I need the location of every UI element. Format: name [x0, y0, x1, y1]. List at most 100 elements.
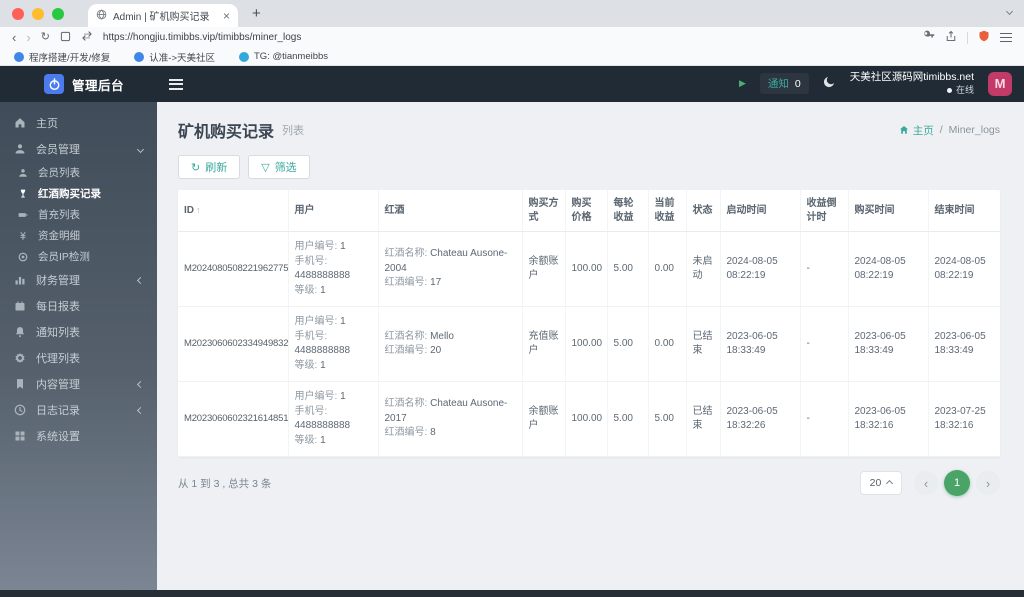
sidebar-item-fund-detail[interactable]: 资金明细 — [0, 225, 157, 246]
close-window-button[interactable] — [12, 7, 24, 20]
chevron-down-icon — [136, 143, 145, 155]
target-icon — [18, 252, 28, 262]
col-round_profit: 每轮收益 — [607, 190, 649, 232]
sidebar-item-finance-mgmt[interactable]: 财务管理 — [0, 267, 157, 293]
cell-pay_method: 余额账户 — [522, 231, 566, 307]
cell-id: M2024080508221962775 — [178, 231, 289, 307]
minimize-window-button[interactable] — [32, 7, 44, 20]
col-current_profit: 当前收益 — [648, 190, 687, 232]
sidebar-item-daily-report[interactable]: 每日报表 — [0, 293, 157, 319]
zoom-window-button[interactable] — [52, 7, 64, 20]
col-status: 状态 — [686, 190, 721, 232]
pagination: ‹ 1 › — [914, 470, 1000, 496]
table-row: M2024080508221962775 用户编号: 1 手机号: 448888888… — [178, 231, 1000, 307]
filter-icon: ▽ — [261, 161, 270, 174]
cell-end_time: 2024-08-05 08:22:19 — [928, 231, 1000, 307]
sidebar-item-notice-list[interactable]: 通知列表 — [0, 319, 157, 345]
current-page-button[interactable]: 1 — [944, 470, 970, 496]
sidebar-item-log-record[interactable]: 日志记录 — [0, 397, 157, 423]
app-header: 管理后台 ▶ 通知 0 天美社区源码网timibbs.net 在线 M — [0, 66, 1024, 102]
sidebar-menu: 主页 会员管理 会员列表 红酒购买记录 首充列表 资金明细 会员IP检测 财务管理 每日报表 通知… — [0, 102, 157, 590]
col-buy_time: 购买时间 — [848, 190, 929, 232]
chevron-left-icon — [136, 274, 145, 286]
bell-icon — [14, 326, 26, 338]
home-icon — [899, 125, 908, 134]
avatar[interactable]: M — [988, 71, 1012, 96]
chevron-down-icon[interactable] — [1005, 7, 1014, 16]
main-content: 矿机购买记录 列表 主页 / Miner_logs ↻ 刷新 ▽ 筛选 ID ↑ 用户红… — [157, 102, 1024, 590]
table-summary: 从 1 到 3 , 总共 3 条 — [178, 477, 272, 490]
play-icon[interactable]: ▶ — [739, 78, 746, 89]
cell-price: 100.00 — [565, 381, 608, 457]
telegram-icon — [239, 51, 249, 62]
cell-wine: 红酒名称: Mello 红酒编号: 20 — [378, 306, 523, 382]
site-info[interactable]: 天美社区源码网timibbs.net 在线 — [850, 71, 974, 96]
grid-icon — [14, 430, 26, 442]
breadcrumb-home[interactable]: 主页 — [899, 123, 934, 138]
forward-icon[interactable]: › — [26, 31, 30, 44]
col-start_time: 启动时间 — [720, 190, 801, 232]
cell-price: 100.00 — [565, 306, 608, 382]
browser-menu-icon[interactable] — [1000, 32, 1012, 43]
sidebar-item-agent-list[interactable]: 代理列表 — [0, 345, 157, 371]
col-id[interactable]: ID ↑ — [178, 190, 289, 232]
cell-round_profit: 5.00 — [607, 306, 649, 382]
sidebar-toggle-icon[interactable] — [169, 78, 183, 90]
table-header-row: ID ↑ 用户 红酒 购买方式 购买价格 每轮收益 当前收益 状态 启动时间 收益倒计时 购买时间 结束… — [178, 190, 1000, 232]
cell-start_time: 2024-08-05 08:22:19 — [720, 231, 801, 307]
notification-count-badge: 0 — [794, 77, 801, 90]
breadcrumb-current: Miner_logs — [948, 124, 1000, 136]
sidebar-item-system-settings[interactable]: 系统设置 — [0, 423, 157, 449]
sidebar-item-first-charge-list[interactable]: 首充列表 — [0, 204, 157, 225]
cell-user: 用户编号: 1 手机号: 4488888888 等级: 1 — [288, 381, 379, 457]
sidebar-item-wine-purchase-logs[interactable]: 红酒购买记录 — [0, 183, 157, 204]
back-icon[interactable]: ‹ — [12, 31, 16, 44]
calendar-icon — [14, 300, 26, 312]
prev-page-button[interactable]: ‹ — [914, 471, 938, 495]
sidebar-item-member-ip-check[interactable]: 会员IP检测 — [0, 246, 157, 267]
notifications-button[interactable]: 通知 0 — [759, 73, 809, 95]
tab-close-icon[interactable]: × — [223, 9, 230, 23]
cell-status: 已结束 — [686, 306, 721, 382]
url-text[interactable]: https://hongjiu.timibbs.vip/timibbs/mine… — [103, 32, 301, 43]
page-size-select[interactable]: 20 — [860, 471, 902, 495]
cell-wine: 红酒名称: Chateau Ausone-2004 红酒编号: 17 — [378, 231, 523, 307]
col-wine: 红酒 — [378, 190, 523, 232]
chevron-left-icon — [136, 404, 145, 416]
bookmark-favicon-icon — [14, 51, 24, 62]
sort-asc-icon: ↑ — [196, 204, 201, 215]
site-info-icon[interactable] — [81, 29, 93, 47]
cell-current_profit: 5.00 — [648, 381, 687, 457]
records-table-card: ID ↑ 用户 红酒 购买方式 购买价格 每轮收益 当前收益 状态 启动时间 收益倒计时 购买时间 结束… — [178, 190, 1000, 457]
sidebar-item-member-mgmt[interactable]: 会员管理 — [0, 136, 157, 162]
brand[interactable]: 管理后台 — [44, 74, 157, 94]
cell-pay_method: 充值账户 — [522, 306, 566, 382]
filter-button[interactable]: ▽ 筛选 — [248, 155, 310, 179]
new-tab-button[interactable]: + — [252, 6, 261, 21]
reload-icon[interactable]: ↻ — [41, 32, 50, 43]
online-dot-icon — [946, 88, 952, 94]
dark-mode-moon-icon[interactable] — [823, 75, 836, 93]
browser-tab[interactable]: Admin | 矿机购买记录 × — [88, 4, 238, 27]
cell-user: 用户编号: 1 手机号: 4488888888 等级: 1 — [288, 231, 379, 307]
sidebar-item-content-mgmt[interactable]: 内容管理 — [0, 371, 157, 397]
gear-icon — [14, 352, 26, 364]
brand-title: 管理后台 — [72, 78, 125, 93]
tab-favicon-icon — [96, 9, 107, 23]
money-icon — [18, 231, 28, 241]
refresh-button[interactable]: ↻ 刷新 — [178, 155, 241, 179]
sidebar-item-member-list[interactable]: 会员列表 — [0, 162, 157, 183]
bookmark-item[interactable]: 认准->天美社区 — [134, 50, 215, 64]
bookmark-item[interactable]: 程序搭建/开发/修复 — [14, 50, 110, 64]
key-icon[interactable] — [922, 29, 935, 47]
refresh-icon: ↻ — [191, 161, 201, 174]
reader-icon[interactable] — [60, 29, 71, 47]
adblock-shield-icon[interactable] — [978, 29, 990, 47]
bookmark-item[interactable]: TG: @tianmeibbs — [239, 51, 328, 62]
sidebar-item-home[interactable]: 主页 — [0, 110, 157, 136]
col-pay_method: 购买方式 — [522, 190, 566, 232]
next-page-button[interactable]: › — [976, 471, 1000, 495]
window-controls — [12, 7, 64, 20]
power-logo-icon — [44, 74, 64, 94]
share-icon[interactable] — [945, 29, 957, 47]
